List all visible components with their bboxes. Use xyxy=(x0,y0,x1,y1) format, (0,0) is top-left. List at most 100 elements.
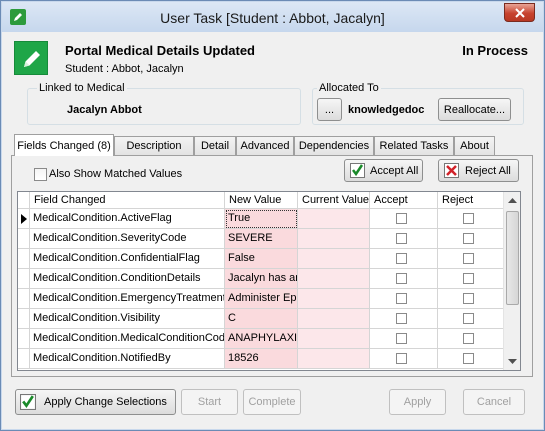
accept-checkbox[interactable] xyxy=(396,353,407,364)
scroll-down-icon xyxy=(508,359,517,364)
cell-field-changed[interactable]: MedicalCondition.ConfidentialFlag xyxy=(30,249,225,269)
cancel-button[interactable]: Cancel xyxy=(463,389,525,415)
show-matched-label: Also Show Matched Values xyxy=(49,168,183,180)
grid-vertical-scrollbar[interactable] xyxy=(503,192,520,370)
reject-checkbox[interactable] xyxy=(463,353,474,364)
cell-field-changed[interactable]: MedicalCondition.EmergencyTreatmentDetai… xyxy=(30,289,225,309)
reject-checkbox[interactable] xyxy=(463,253,474,264)
cell-new-value[interactable]: Administer Epil xyxy=(225,289,298,309)
table-row[interactable]: MedicalCondition.ActiveFlag True xyxy=(18,209,504,229)
grid-body: Field Changed New Value Current Value Ac… xyxy=(18,192,504,370)
table-row[interactable]: MedicalCondition.ConditionDetails Jacalyn… xyxy=(18,269,504,289)
cell-new-value[interactable]: C xyxy=(225,309,298,329)
reject-checkbox[interactable] xyxy=(463,273,474,284)
reject-checkbox[interactable] xyxy=(463,233,474,244)
reject-cell xyxy=(438,329,504,349)
row-indicator[interactable] xyxy=(18,249,30,269)
tab-dependencies[interactable]: Dependencies xyxy=(294,136,374,155)
table-row[interactable]: MedicalCondition.NotifiedBy 18526 xyxy=(18,349,504,369)
cell-new-value[interactable]: Jacalyn has an xyxy=(225,269,298,289)
table-row[interactable]: MedicalCondition.Visibility C xyxy=(18,309,504,329)
accept-checkbox[interactable] xyxy=(396,253,407,264)
cell-field-changed[interactable]: MedicalCondition.ConditionDetails xyxy=(30,269,225,289)
close-window-button[interactable] xyxy=(504,3,535,22)
apply-change-selections-button[interactable]: Apply Change Selections xyxy=(15,389,176,415)
cell-current-value[interactable] xyxy=(298,269,370,289)
row-indicator[interactable] xyxy=(18,349,30,369)
cell-field-changed[interactable]: MedicalCondition.Visibility xyxy=(30,309,225,329)
cell-current-value[interactable] xyxy=(298,329,370,349)
table-row[interactable]: MedicalCondition.ConfidentialFlag False xyxy=(18,249,504,269)
accept-checkbox[interactable] xyxy=(396,233,407,244)
tab-description[interactable]: Description xyxy=(114,136,194,155)
cell-current-value[interactable] xyxy=(298,249,370,269)
start-button[interactable]: Start xyxy=(181,389,238,415)
browse-allocation-button[interactable]: ... xyxy=(317,98,342,121)
cell-field-changed[interactable]: MedicalCondition.SeverityCode xyxy=(30,229,225,249)
cell-field-changed[interactable]: MedicalCondition.NotifiedBy xyxy=(30,349,225,369)
row-indicator[interactable] xyxy=(18,309,30,329)
reject-cell xyxy=(438,289,504,309)
tab-related-tasks[interactable]: Related Tasks xyxy=(374,136,454,155)
reject-checkbox[interactable] xyxy=(463,313,474,324)
cell-new-value[interactable]: False xyxy=(225,249,298,269)
complete-button[interactable]: Complete xyxy=(243,389,301,415)
accept-checkbox[interactable] xyxy=(396,273,407,284)
show-matched-checkbox[interactable] xyxy=(34,168,47,181)
reject-checkbox[interactable] xyxy=(463,333,474,344)
close-icon xyxy=(515,8,525,18)
reject-cell xyxy=(438,269,504,289)
accept-checkbox[interactable] xyxy=(396,293,407,304)
cell-current-value[interactable] xyxy=(298,229,370,249)
column-header-reject[interactable]: Reject xyxy=(438,192,504,209)
accept-checkbox[interactable] xyxy=(396,213,407,224)
column-header-new-value[interactable]: New Value xyxy=(225,192,298,209)
reject-all-button[interactable]: Reject All xyxy=(438,159,519,182)
fields-changed-grid[interactable]: Field Changed New Value Current Value Ac… xyxy=(17,191,521,371)
cell-current-value[interactable] xyxy=(298,309,370,329)
accept-checkbox[interactable] xyxy=(396,333,407,344)
reallocate-button[interactable]: Reallocate... xyxy=(438,98,511,121)
reject-checkbox[interactable] xyxy=(463,213,474,224)
linked-medical-name[interactable]: Jacalyn Abbot xyxy=(67,104,142,116)
cell-current-value[interactable] xyxy=(298,349,370,369)
row-indicator[interactable] xyxy=(18,269,30,289)
row-indicator[interactable] xyxy=(18,209,30,229)
task-status: In Process xyxy=(462,43,528,58)
tab-fields-changed[interactable]: Fields Changed (8) xyxy=(14,134,114,156)
row-indicator[interactable] xyxy=(18,229,30,249)
accept-all-button[interactable]: Accept All xyxy=(344,159,423,182)
tab-about[interactable]: About xyxy=(454,136,495,155)
cell-current-value[interactable] xyxy=(298,209,370,229)
cell-new-value[interactable]: True xyxy=(225,209,298,229)
reject-all-label: Reject All xyxy=(465,164,511,177)
pencil-icon xyxy=(14,41,48,75)
user-task-window: User Task [Student : Abbot, Jacalyn] Por… xyxy=(0,0,545,431)
reject-checkbox[interactable] xyxy=(463,293,474,304)
table-row[interactable]: MedicalCondition.SeverityCode SEVERE xyxy=(18,229,504,249)
cell-new-value[interactable]: 18526 xyxy=(225,349,298,369)
scroll-thumb[interactable] xyxy=(506,211,519,305)
table-row[interactable]: MedicalCondition.EmergencyTreatmentDetai… xyxy=(18,289,504,309)
cell-field-changed[interactable]: MedicalCondition.MedicalConditionCode xyxy=(30,329,225,349)
row-indicator[interactable] xyxy=(18,329,30,349)
accept-checkbox[interactable] xyxy=(396,313,407,324)
table-row[interactable]: MedicalCondition.MedicalConditionCode ANA… xyxy=(18,329,504,349)
row-indicator[interactable] xyxy=(18,289,30,309)
title-bar[interactable]: User Task [Student : Abbot, Jacalyn] xyxy=(2,2,543,32)
check-icon xyxy=(20,394,36,410)
cell-field-changed[interactable]: MedicalCondition.ActiveFlag xyxy=(30,209,225,229)
column-header-field[interactable]: Field Changed xyxy=(30,192,225,209)
cell-new-value[interactable]: SEVERE xyxy=(225,229,298,249)
cell-new-value[interactable]: ANAPHYLAXIS xyxy=(225,329,298,349)
cell-current-value[interactable] xyxy=(298,289,370,309)
accept-cell xyxy=(370,229,438,249)
linked-group-label: Linked to Medical xyxy=(37,82,127,94)
apply-button[interactable]: Apply xyxy=(389,389,446,415)
column-header-accept[interactable]: Accept xyxy=(370,192,438,209)
check-icon xyxy=(350,163,365,178)
tab-detail[interactable]: Detail xyxy=(194,136,236,155)
column-header-current-value[interactable]: Current Value xyxy=(298,192,370,209)
current-row-arrow-icon xyxy=(21,214,27,224)
tab-advanced[interactable]: Advanced xyxy=(236,136,294,155)
